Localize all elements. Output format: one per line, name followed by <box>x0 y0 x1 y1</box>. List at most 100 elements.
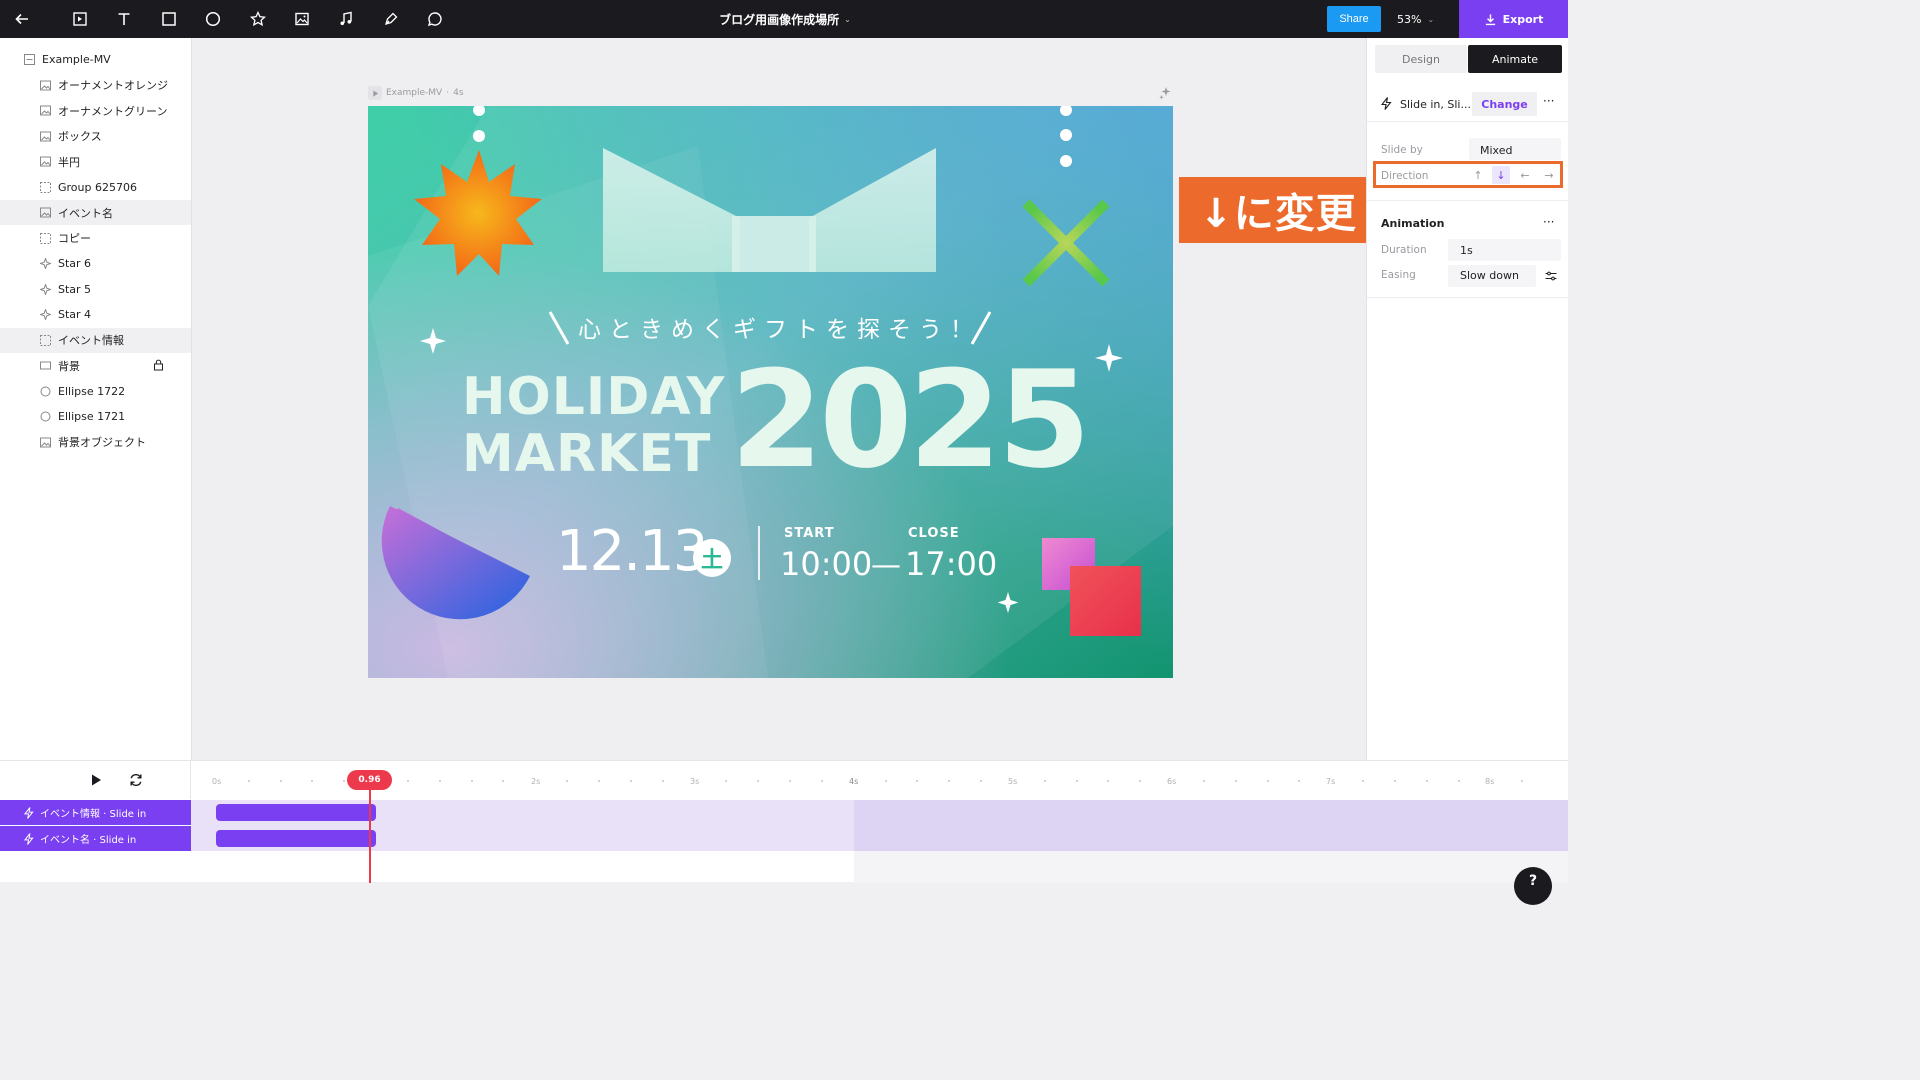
timeline-tick-label: 2s <box>531 777 541 786</box>
timeline-row-event-name[interactable]: イベント名 · Slide in <box>0 826 191 851</box>
timeline-tick-dot <box>1394 780 1396 782</box>
timeline-tick-label: 8s <box>1485 777 1495 786</box>
layer-item[interactable]: Example-MV <box>0 47 191 72</box>
timeline-clip-event-name[interactable] <box>216 830 376 847</box>
timeline-tick-dot <box>1362 780 1365 782</box>
layer-item[interactable]: 背景 <box>0 353 191 378</box>
layer-label: 背景オブジェクト <box>58 436 146 449</box>
properties-panel: Design Animate Slide in, Sli... Change ·… <box>1366 38 1569 760</box>
star-icon <box>39 309 51 321</box>
callout-annotation: ↓に変更 <box>1179 177 1377 243</box>
playhead[interactable]: 0.96 <box>347 770 392 790</box>
timeline-tick-dot <box>1521 780 1524 782</box>
timeline-row-event-info[interactable]: イベント情報 · Slide in <box>0 800 191 825</box>
play-frame-icon[interactable] <box>368 86 382 100</box>
rectangle-tool-icon[interactable] <box>159 9 179 29</box>
timeline-tick-dot <box>1203 780 1205 782</box>
download-icon <box>1485 13 1495 25</box>
timeline-tick-label: 5s <box>1008 777 1018 786</box>
layer-label: イベント名 <box>58 206 113 220</box>
timeline-clip-event-info[interactable] <box>216 804 376 821</box>
image-icon <box>39 79 51 91</box>
document-title[interactable]: ブログ用画像作成場所 ⌄ <box>690 0 880 38</box>
export-button[interactable]: Export <box>1459 0 1568 38</box>
direction-up-button[interactable]: ↑ <box>1469 166 1487 184</box>
timeline-tick-label: 0s <box>212 777 222 786</box>
layer-item[interactable]: Star 6 <box>0 251 191 276</box>
lock-icon[interactable] <box>153 359 165 371</box>
back-arrow-icon[interactable] <box>12 9 32 29</box>
event-weekday: 土 <box>700 548 723 573</box>
pen-tool-icon[interactable] <box>381 9 401 29</box>
event-name-line2: MARKET <box>462 424 712 484</box>
change-button[interactable]: Change <box>1472 92 1537 116</box>
easing-label: Easing <box>1381 269 1416 281</box>
layer-label: Star 4 <box>58 308 92 321</box>
timeline-tick-dot <box>407 780 409 782</box>
sparkle-icon[interactable] <box>1158 86 1172 100</box>
lightning-icon <box>1381 97 1392 110</box>
zoom-dropdown[interactable]: 53% ⌄ <box>1397 0 1434 38</box>
layer-item[interactable]: オーナメントグリーン <box>0 98 191 123</box>
timeline-tick-dot <box>948 780 951 782</box>
frame-label[interactable]: Example-MV · 4s <box>368 85 464 101</box>
image-icon <box>39 105 51 117</box>
timeline-tick-dot <box>343 780 346 782</box>
ellipse-tool-icon[interactable] <box>203 9 223 29</box>
layer-label: Group 625706 <box>58 180 137 194</box>
frame-tool-icon[interactable] <box>70 9 90 29</box>
timeline-tick-label: 3s <box>690 777 700 786</box>
timeline-tick-dot <box>311 780 314 782</box>
layer-item[interactable]: Group 625706 <box>0 175 191 200</box>
easing-curve-button[interactable] <box>1541 265 1561 287</box>
ellipse-icon <box>39 411 51 423</box>
loop-button[interactable] <box>128 772 144 788</box>
direction-left-button[interactable]: ← <box>1516 166 1534 184</box>
effect-name[interactable]: Slide in, Sli... <box>1400 98 1471 111</box>
image-tool-icon[interactable] <box>292 9 312 29</box>
timeline-tick-dot <box>980 780 982 782</box>
artboard-example-mv[interactable]: 心ときめくギフトを探そう！ HOLIDAY MARKET 2025 12.13 … <box>368 106 1173 678</box>
timeline-tick-label: 7s <box>1326 777 1336 786</box>
timeline-tick-dot <box>1107 780 1110 782</box>
layer-item[interactable]: オーナメントオレンジ <box>0 73 191 98</box>
playhead-line <box>369 779 371 883</box>
layer-label: 半円 <box>58 155 80 169</box>
more-options-icon[interactable]: ··· <box>1543 94 1554 108</box>
layers-panel: Example-MV オーナメントオレンジ オーナメントグリーン ボックス半円 Grou… <box>0 38 192 760</box>
layer-item[interactable]: イベント名 <box>0 200 191 225</box>
direction-down-button[interactable]: ↓ <box>1492 166 1510 184</box>
share-button[interactable]: Share <box>1327 6 1381 32</box>
layer-item[interactable]: イベント情報 <box>0 327 191 353</box>
layer-item[interactable]: Ellipse 1722 <box>0 379 191 404</box>
layer-item[interactable]: Ellipse 1721 <box>0 404 191 429</box>
layer-item[interactable]: コピー <box>0 226 191 251</box>
tab-design[interactable]: Design <box>1375 45 1467 73</box>
timeline-tick-label: 4s <box>849 777 859 786</box>
direction-right-button[interactable]: → <box>1540 166 1558 184</box>
play-button[interactable] <box>88 772 104 788</box>
layer-item[interactable]: 半円 <box>0 149 191 174</box>
image-icon <box>39 436 51 448</box>
timeline-tick-dot <box>1234 780 1237 782</box>
timeline-tick-dot <box>661 780 664 782</box>
help-button[interactable]: ? <box>1514 867 1552 905</box>
timeline-tick-dot <box>502 780 505 782</box>
comment-tool-icon[interactable] <box>425 9 445 29</box>
section-divider <box>1367 200 1569 201</box>
tab-animate[interactable]: Animate <box>1468 45 1562 73</box>
ornament-green-asterisk <box>1010 188 1122 298</box>
text-tool-icon[interactable] <box>114 9 134 29</box>
rect-icon <box>39 360 51 372</box>
layer-item[interactable]: Star 5 <box>0 277 191 302</box>
timeline-ruler[interactable]: 0s 2s 3s 4s 5s 6s 7s 8s <box>191 761 1568 799</box>
timeline-tick-dot <box>757 780 760 782</box>
duration-value: 1s <box>1460 244 1473 257</box>
more-options-icon[interactable]: ··· <box>1543 215 1554 229</box>
time-dash: — <box>871 548 901 583</box>
layer-item[interactable]: ボックス <box>0 124 191 149</box>
layer-item[interactable]: 背景オブジェクト <box>0 430 191 455</box>
music-tool-icon[interactable] <box>336 9 356 29</box>
layer-item[interactable]: Star 4 <box>0 302 191 327</box>
star-tool-icon[interactable] <box>248 9 268 29</box>
